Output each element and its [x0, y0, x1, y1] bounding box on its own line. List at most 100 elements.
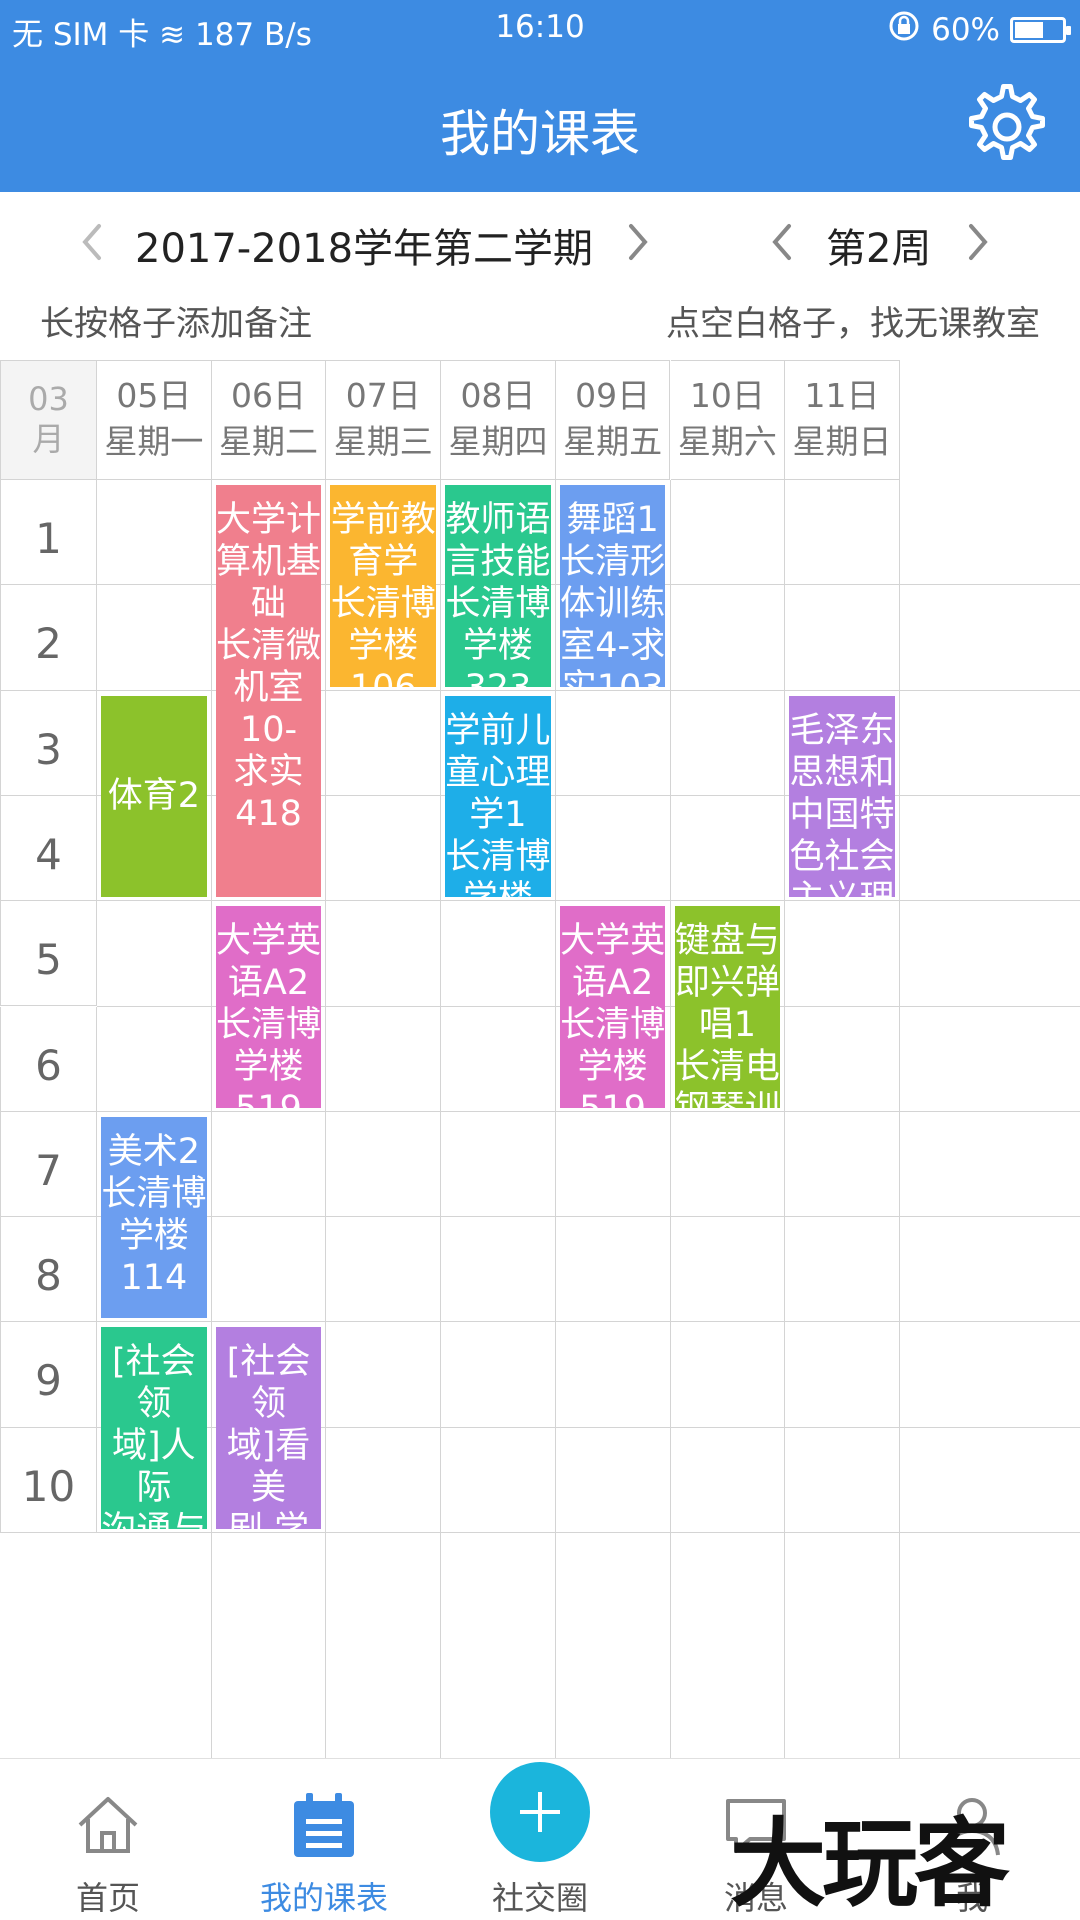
- page-title: 我的课表: [440, 105, 640, 163]
- course-text-line: 长清微: [216, 626, 322, 666]
- period-number: 8: [35, 1251, 62, 1301]
- day-header: 08日 星期四: [441, 360, 556, 480]
- course-text-line: 语A2: [227, 963, 310, 1004]
- course-block[interactable]: 大学英语A2长清博学楼519: [559, 906, 666, 1108]
- grid-row-line: [97, 1532, 1080, 1533]
- next-week-chevron-icon[interactable]: [958, 214, 998, 270]
- period-number: 10: [21, 1461, 76, 1511]
- nav-schedule[interactable]: 我的课表: [224, 1759, 424, 1920]
- week-label[interactable]: 第2周: [826, 216, 931, 274]
- status-bar: 无 SIM 卡 ≋ 187 B/s 16:10 60%: [0, 0, 1080, 58]
- term-label[interactable]: 2017-2018学年第二学期: [135, 216, 593, 274]
- period-number: 4: [35, 829, 62, 879]
- course-text-line: 519: [560, 1088, 666, 1108]
- month-unit: 月: [32, 420, 65, 458]
- course-text-line: [社会领: [226, 1342, 311, 1425]
- month-cell: 03 月: [0, 360, 97, 480]
- course-block[interactable]: 学前儿童心理学1长清博学楼304: [445, 695, 551, 898]
- course-text-line: 毛泽东: [789, 710, 895, 751]
- course-block[interactable]: 键盘与即兴弹唱1长清电钢琴训练室1-: [674, 906, 781, 1108]
- course-text-line: 长清电: [674, 1047, 780, 1088]
- course-text-line: 求实: [233, 752, 304, 792]
- period-label: 3: [0, 690, 97, 796]
- course-block[interactable]: [社会领域]人际沟通与技巧长清博文楼: [101, 1327, 207, 1529]
- course-block[interactable]: 美术2 长清博 学楼 114: [101, 1116, 207, 1319]
- schedule-icon: [288, 1789, 360, 1861]
- period-label: 6: [0, 1006, 97, 1112]
- grid-row-line: [97, 1110, 1080, 1112]
- course-text-line: 钢琴训: [675, 1088, 781, 1108]
- grid-column-line: [325, 480, 327, 1758]
- status-right: 60%: [887, 9, 1071, 51]
- course-block[interactable]: 大学英语A2长清博学楼519: [215, 906, 322, 1108]
- gear-icon[interactable]: [962, 82, 1052, 172]
- day-weekday: 星期一: [104, 422, 204, 461]
- period-label: 2: [0, 585, 97, 691]
- day-header: 09日 星期五: [555, 360, 671, 480]
- course-text-line: 长清博: [101, 1173, 207, 1214]
- prev-term-chevron-icon[interactable]: [72, 214, 112, 270]
- course-block[interactable]: 学前教育学长清博学楼106: [330, 485, 437, 687]
- period-label: 7: [0, 1111, 97, 1218]
- day-date: 06日: [231, 376, 307, 415]
- battery-icon: [1010, 17, 1071, 43]
- grid-column-line: [784, 480, 786, 1758]
- course-block[interactable]: 体育2: [101, 695, 207, 898]
- course-text-line: 童心理: [445, 752, 551, 793]
- course-text-line: 大学英: [216, 921, 322, 962]
- course-text-line: 唱1: [698, 1005, 756, 1046]
- hint-row: 长按格子添加备注 点空白格子，找无课教室: [0, 292, 1080, 352]
- day-weekday: 星期三: [333, 422, 433, 461]
- course-block[interactable]: 大学计 算机基础长清微 机室10- 求实 418: [215, 485, 322, 898]
- period-label: 8: [0, 1217, 97, 1323]
- course-text-line: 学前儿: [445, 710, 551, 751]
- course-text-line: 础: [251, 584, 287, 624]
- course-block[interactable]: 毛泽东思想和中国特色社会主义理论体系: [789, 695, 895, 898]
- course-text-line: 106: [330, 667, 436, 687]
- course-text-line: 519: [216, 1088, 322, 1108]
- course-text-line: 舞蹈1: [566, 500, 659, 540]
- nav-social-label: 社交圈: [491, 1879, 588, 1917]
- course-text-line: 学1: [469, 794, 527, 835]
- plus-icon[interactable]: [490, 1762, 590, 1862]
- period-number: 2: [35, 619, 62, 669]
- course-block[interactable]: 教师语言技能长清博学楼323: [445, 485, 551, 687]
- course-text-line: 言技能: [445, 542, 551, 582]
- course-text-line: 学楼: [445, 878, 551, 898]
- course-text-line: 育学: [348, 542, 419, 582]
- course-text-line: 实103: [560, 667, 666, 687]
- course-text-line: 长清博: [560, 1005, 666, 1046]
- day-header: 07日星期三: [326, 360, 442, 480]
- day-date: 07日: [345, 376, 421, 415]
- course-text-line: 学楼: [462, 626, 533, 666]
- home-icon: [72, 1789, 144, 1861]
- course-text-line: 键盘与: [674, 921, 780, 962]
- grid-row-line: [97, 1216, 1080, 1218]
- course-text-line: 418: [235, 794, 302, 834]
- month-number: 03: [28, 380, 69, 418]
- prev-week-chevron-icon[interactable]: [762, 214, 802, 270]
- course-block[interactable]: [社会领域]看美剧,学口语(z网络课程): [215, 1327, 322, 1529]
- next-term-chevron-icon[interactable]: [618, 214, 658, 270]
- hint-empty-cell: 点空白格子，找无课教室: [666, 304, 1040, 344]
- course-text-line: 学楼: [577, 1047, 648, 1088]
- day-header: 10日 星期六: [670, 360, 786, 480]
- day-date: 09日: [575, 376, 651, 415]
- grid-row-line: [97, 1321, 1080, 1323]
- grid-column-line: [898, 480, 900, 1758]
- day-weekday: 星期四: [448, 422, 548, 461]
- nav-home[interactable]: 首页: [8, 1759, 208, 1920]
- period-number: 3: [35, 724, 62, 774]
- course-text-line: 长清博: [445, 836, 551, 877]
- day-date: 11日: [804, 376, 880, 415]
- course-text-line: 学前教: [330, 500, 436, 540]
- rotation-lock-icon: [887, 9, 921, 51]
- course-text-line: 长清博: [216, 1005, 322, 1046]
- course-block[interactable]: 舞蹈1长清形体训练室4-求实103: [559, 485, 666, 687]
- course-text-line: 主义理: [789, 878, 895, 898]
- course-text-line: 算机基: [216, 542, 322, 582]
- grid-column-line: [554, 480, 556, 1758]
- period-number: 5: [35, 935, 62, 985]
- day-weekday: 星期日: [792, 422, 892, 461]
- course-text-line: 体训练: [560, 584, 666, 624]
